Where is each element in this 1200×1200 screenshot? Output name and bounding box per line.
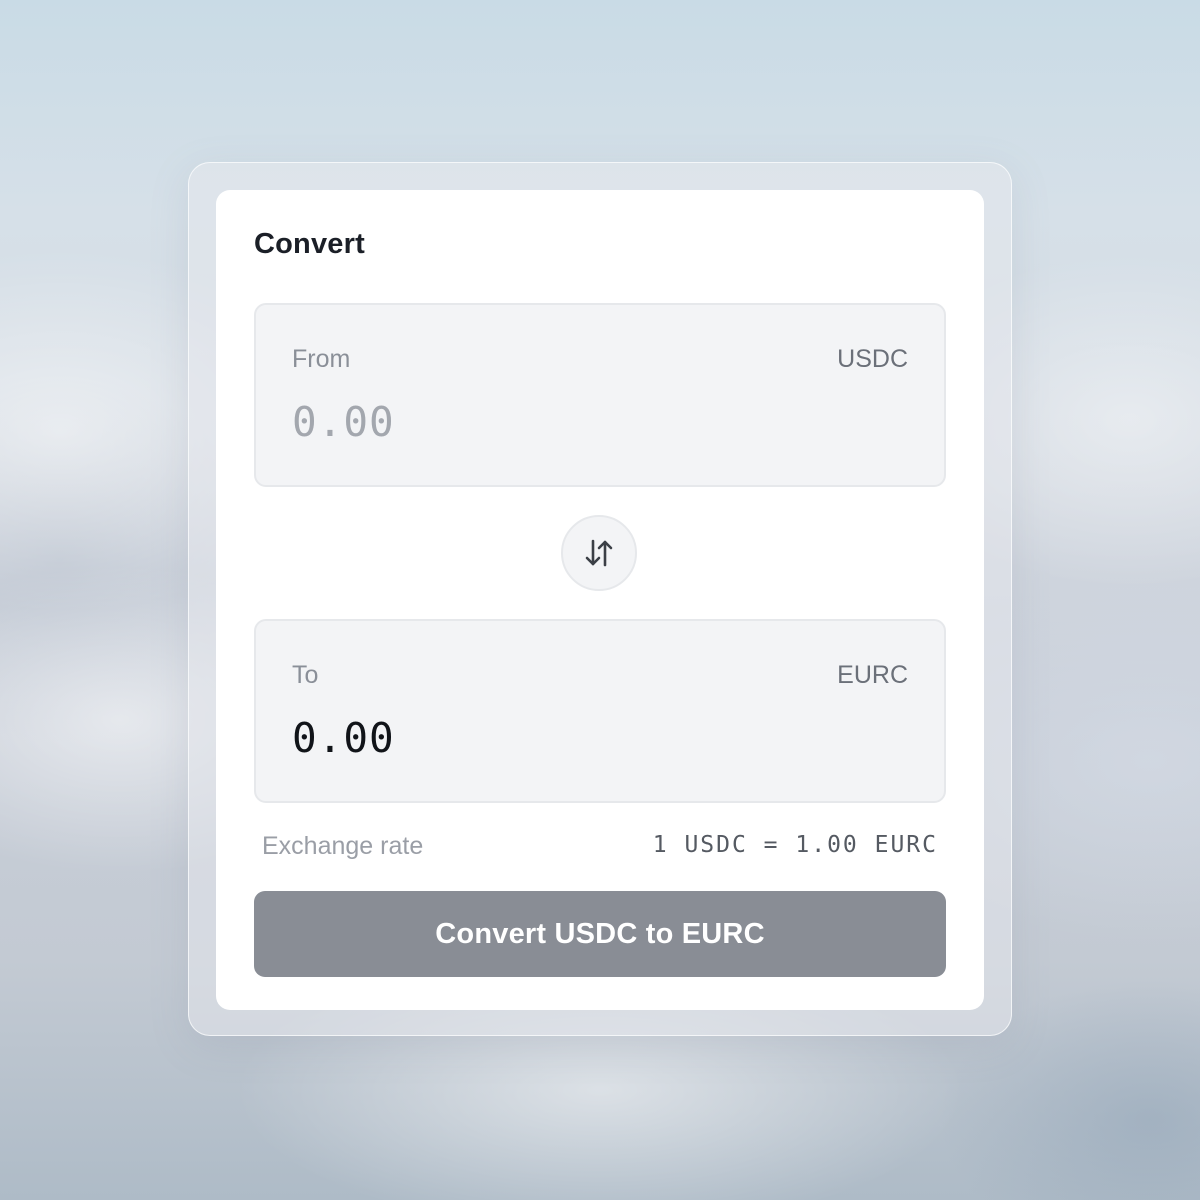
exchange-rate-value: 1 USDC = 1.00 EURC — [652, 832, 938, 858]
to-currency: EURC — [837, 661, 908, 689]
to-label: To — [292, 661, 319, 689]
from-label: From — [292, 345, 351, 373]
from-amount-field[interactable]: From USDC 0.00 — [254, 303, 946, 487]
swap-vertical-arrows-icon — [585, 539, 613, 567]
converter-panel: Convert From USDC 0.00 To EURC 0.00 Exch… — [216, 190, 984, 1010]
swap-currencies-button[interactable] — [561, 515, 637, 591]
from-currency: USDC — [837, 345, 908, 373]
convert-button[interactable]: Convert USDC to EURC — [254, 891, 946, 977]
to-amount-field[interactable]: To EURC 0.00 — [254, 619, 946, 803]
from-amount-input[interactable]: 0.00 — [292, 398, 395, 446]
converter-title: Convert — [254, 228, 365, 260]
to-amount-value: 0.00 — [292, 714, 395, 762]
exchange-rate-label: Exchange rate — [262, 832, 424, 860]
